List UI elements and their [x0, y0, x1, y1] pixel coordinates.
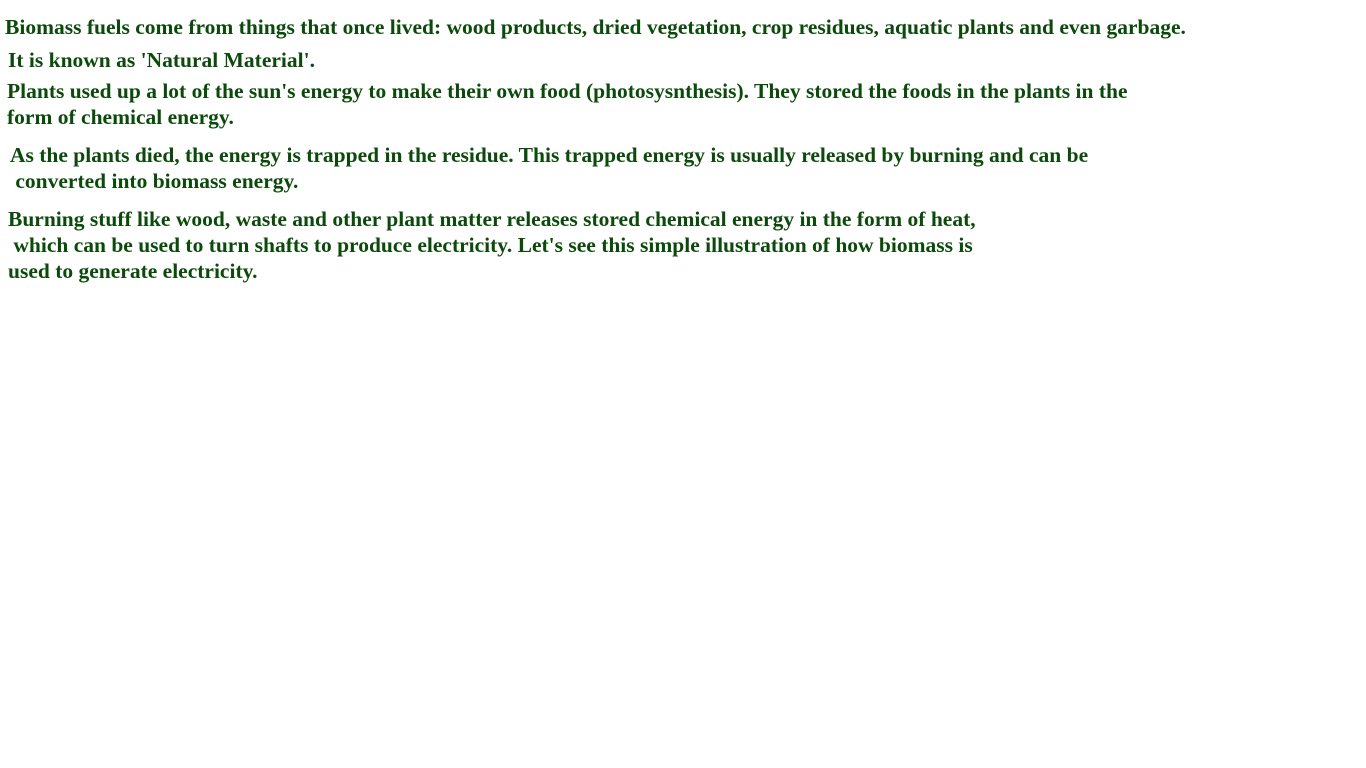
text-line-5: As the plants died, the energy is trappe…: [10, 143, 1089, 167]
text-line-3: Plants used up a lot of the sun's energy…: [7, 79, 1128, 103]
text-line-4: form of chemical energy.: [7, 105, 234, 129]
text-line-6: converted into biomass energy.: [10, 169, 299, 193]
text-line-7: Burning stuff like wood, waste and other…: [8, 207, 976, 231]
text-line-1: Biomass fuels come from things that once…: [5, 15, 1186, 39]
text-line-8: which can be used to turn shafts to prod…: [8, 233, 973, 257]
page: Biomass fuels come from things that once…: [0, 0, 1366, 768]
text-line-2: It is known as 'Natural Material'.: [8, 48, 315, 72]
text-line-9: used to generate electricity.: [8, 259, 258, 283]
